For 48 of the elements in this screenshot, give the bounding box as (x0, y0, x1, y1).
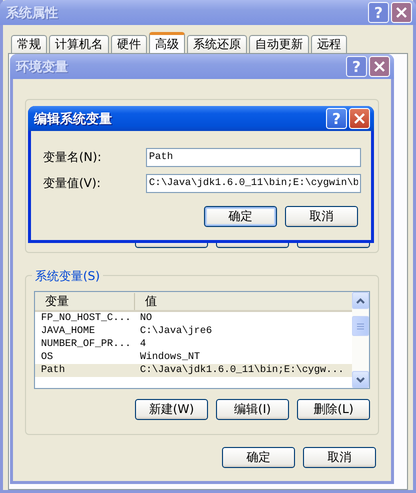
close-button[interactable] (391, 2, 412, 23)
tab[interactable]: 远程 (311, 35, 347, 53)
close-button[interactable] (349, 108, 370, 129)
variable-name: NUMBER_OF_PR... (41, 339, 132, 350)
help-button[interactable]: ? (326, 108, 347, 129)
variable-value: C:\Java\jre6 (140, 326, 212, 337)
dialog-button[interactable]: 确定 (204, 206, 277, 227)
tab[interactable]: 自动更新 (249, 35, 309, 53)
tab[interactable]: 系统还原 (187, 35, 247, 53)
dialog-button[interactable]: 编辑(I) (216, 399, 289, 420)
window-title: 系统属性 (6, 4, 58, 22)
dialog-button[interactable]: 确定 (222, 447, 295, 468)
variable-name: Path (41, 365, 66, 376)
dialog-button[interactable]: 取消 (285, 206, 358, 227)
column-header[interactable]: 值 (135, 292, 157, 310)
tab[interactable]: 计算机名 (49, 35, 109, 53)
group-label: 系统变量(S) (32, 268, 103, 285)
list-row[interactable]: Path C:\Java\jdk1.6.0_11\bin;E:\cygw... (35, 364, 352, 377)
window-title: 编辑系统变量 (34, 110, 112, 128)
tab[interactable]: 硬件 (111, 35, 147, 53)
variable-name: OS (41, 352, 54, 363)
variable-value: 4 (140, 339, 146, 350)
variable-value: NO (140, 313, 152, 324)
close-icon (354, 113, 365, 124)
dialog-button[interactable]: 取消 (303, 447, 376, 468)
window-title: 环境变量 (16, 58, 68, 76)
tab[interactable]: 高级 (149, 32, 185, 53)
grip-icon (357, 322, 364, 330)
list-row[interactable]: OS Windows_NT (35, 351, 352, 364)
tab[interactable]: 常规 (11, 35, 47, 53)
field-label: 变量值(V): (43, 175, 102, 192)
column-header[interactable]: 变量 (35, 292, 135, 310)
input-field[interactable]: Path (146, 148, 361, 167)
variable-value: Windows_NT (140, 352, 200, 363)
field-label: 变量名(N): (43, 149, 102, 166)
close-button[interactable] (369, 56, 390, 77)
close-icon (374, 61, 385, 72)
scrollbar[interactable] (352, 292, 369, 388)
close-icon (396, 7, 407, 18)
input-field[interactable]: C:\Java\jdk1.6.0_11\bin;E:\cygwin\b (146, 174, 361, 193)
variable-name: JAVA_HOME (41, 326, 96, 337)
list-row[interactable]: FP_NO_HOST_C... NO (35, 312, 352, 325)
variable-value: C:\Java\jdk1.6.0_11\bin;E:\cygw... (140, 365, 344, 376)
dialog-button[interactable]: 新建(W) (135, 399, 208, 420)
list-row[interactable]: NUMBER_OF_PR... 4 (35, 338, 352, 351)
dialog-button[interactable]: 删除(L) (297, 399, 370, 420)
list-row[interactable]: JAVA_HOME C:\Java\jre6 (35, 325, 352, 338)
variable-name: FP_NO_HOST_C... (41, 313, 132, 324)
